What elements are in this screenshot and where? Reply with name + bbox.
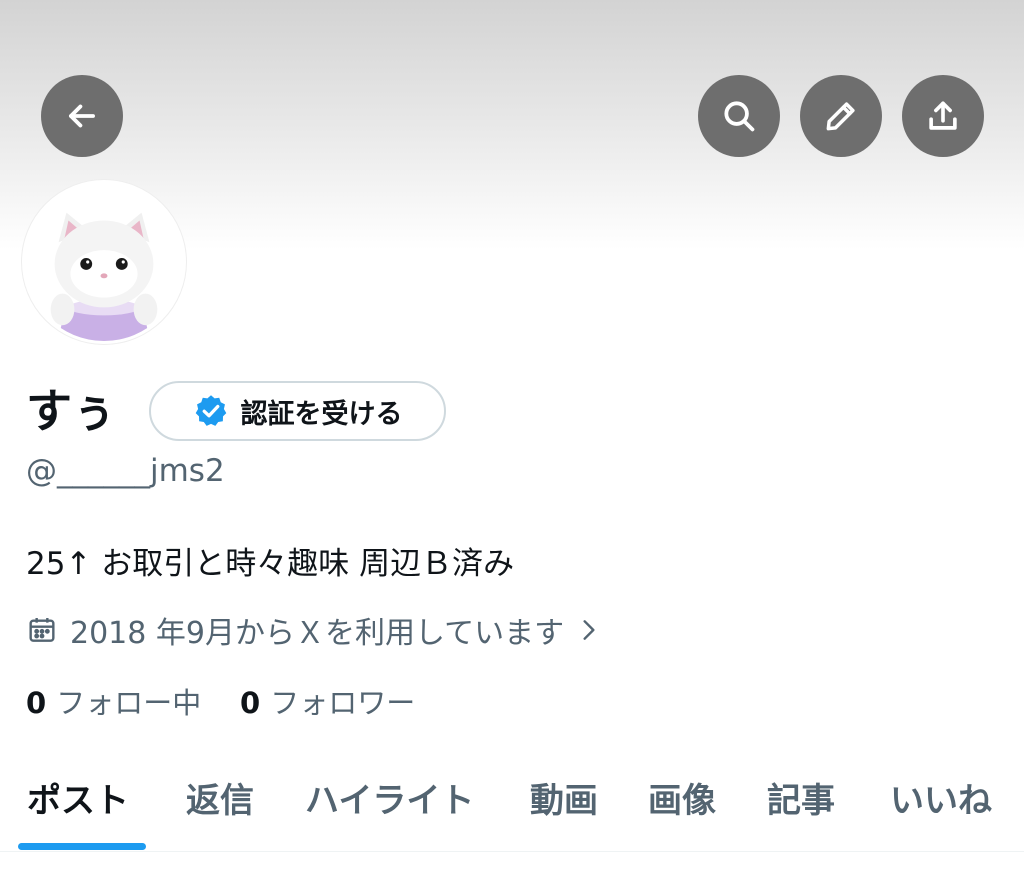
profile-name: すぅ (26, 384, 117, 438)
get-verified-label: 認証を受ける (240, 398, 403, 430)
tab-highlights[interactable]: ハイライト (305, 773, 474, 822)
profile-bio: 25↑ お取引と時々趣味 周辺Ｂ済み (26, 546, 515, 582)
followers-count: 0 (240, 686, 261, 720)
get-verified-button[interactable]: 認証を受ける (149, 381, 446, 441)
tab-posts[interactable]: ポスト (27, 773, 129, 822)
tab-articles[interactable]: 記事 (767, 773, 835, 822)
profile-avatar[interactable] (22, 180, 186, 344)
following-count: 0 (26, 686, 47, 720)
tab-replies[interactable]: 返信 (186, 773, 254, 822)
tab-images[interactable]: 画像 (648, 773, 716, 822)
joined-date-link[interactable]: 2018 年9月からＸを利用しています (26, 608, 602, 652)
tab-likes[interactable]: いいね (890, 773, 992, 822)
followers-label: フォロワー (270, 686, 416, 720)
joined-date-text: 2018 年9月からＸを利用しています (70, 616, 565, 651)
tabs-divider (0, 851, 1024, 852)
edit-button[interactable] (800, 75, 882, 157)
calendar-icon (29, 618, 55, 642)
profile-tabs: ポスト 返信 ハイライト 動画 画像 記事 いいね (0, 765, 1024, 851)
chevron-right-icon (583, 620, 595, 640)
search-icon (724, 101, 755, 132)
followers-count-link[interactable]: 0 フォロワー (240, 680, 415, 722)
following-count-link[interactable]: 0 フォロー中 (26, 680, 201, 722)
cat-figure-avatar-image (25, 183, 183, 341)
following-label: フォロー中 (56, 686, 202, 720)
profile-handle: @______jms2 (26, 453, 225, 489)
arrow-left-icon (69, 104, 95, 128)
search-button[interactable] (698, 75, 780, 157)
share-upload-icon (929, 101, 957, 130)
tab-videos[interactable]: 動画 (530, 773, 598, 822)
share-button[interactable] (902, 75, 984, 157)
back-button[interactable] (41, 75, 123, 157)
pencil-icon (826, 102, 855, 131)
verified-badge-icon (195, 395, 226, 426)
active-tab-indicator (18, 843, 146, 850)
